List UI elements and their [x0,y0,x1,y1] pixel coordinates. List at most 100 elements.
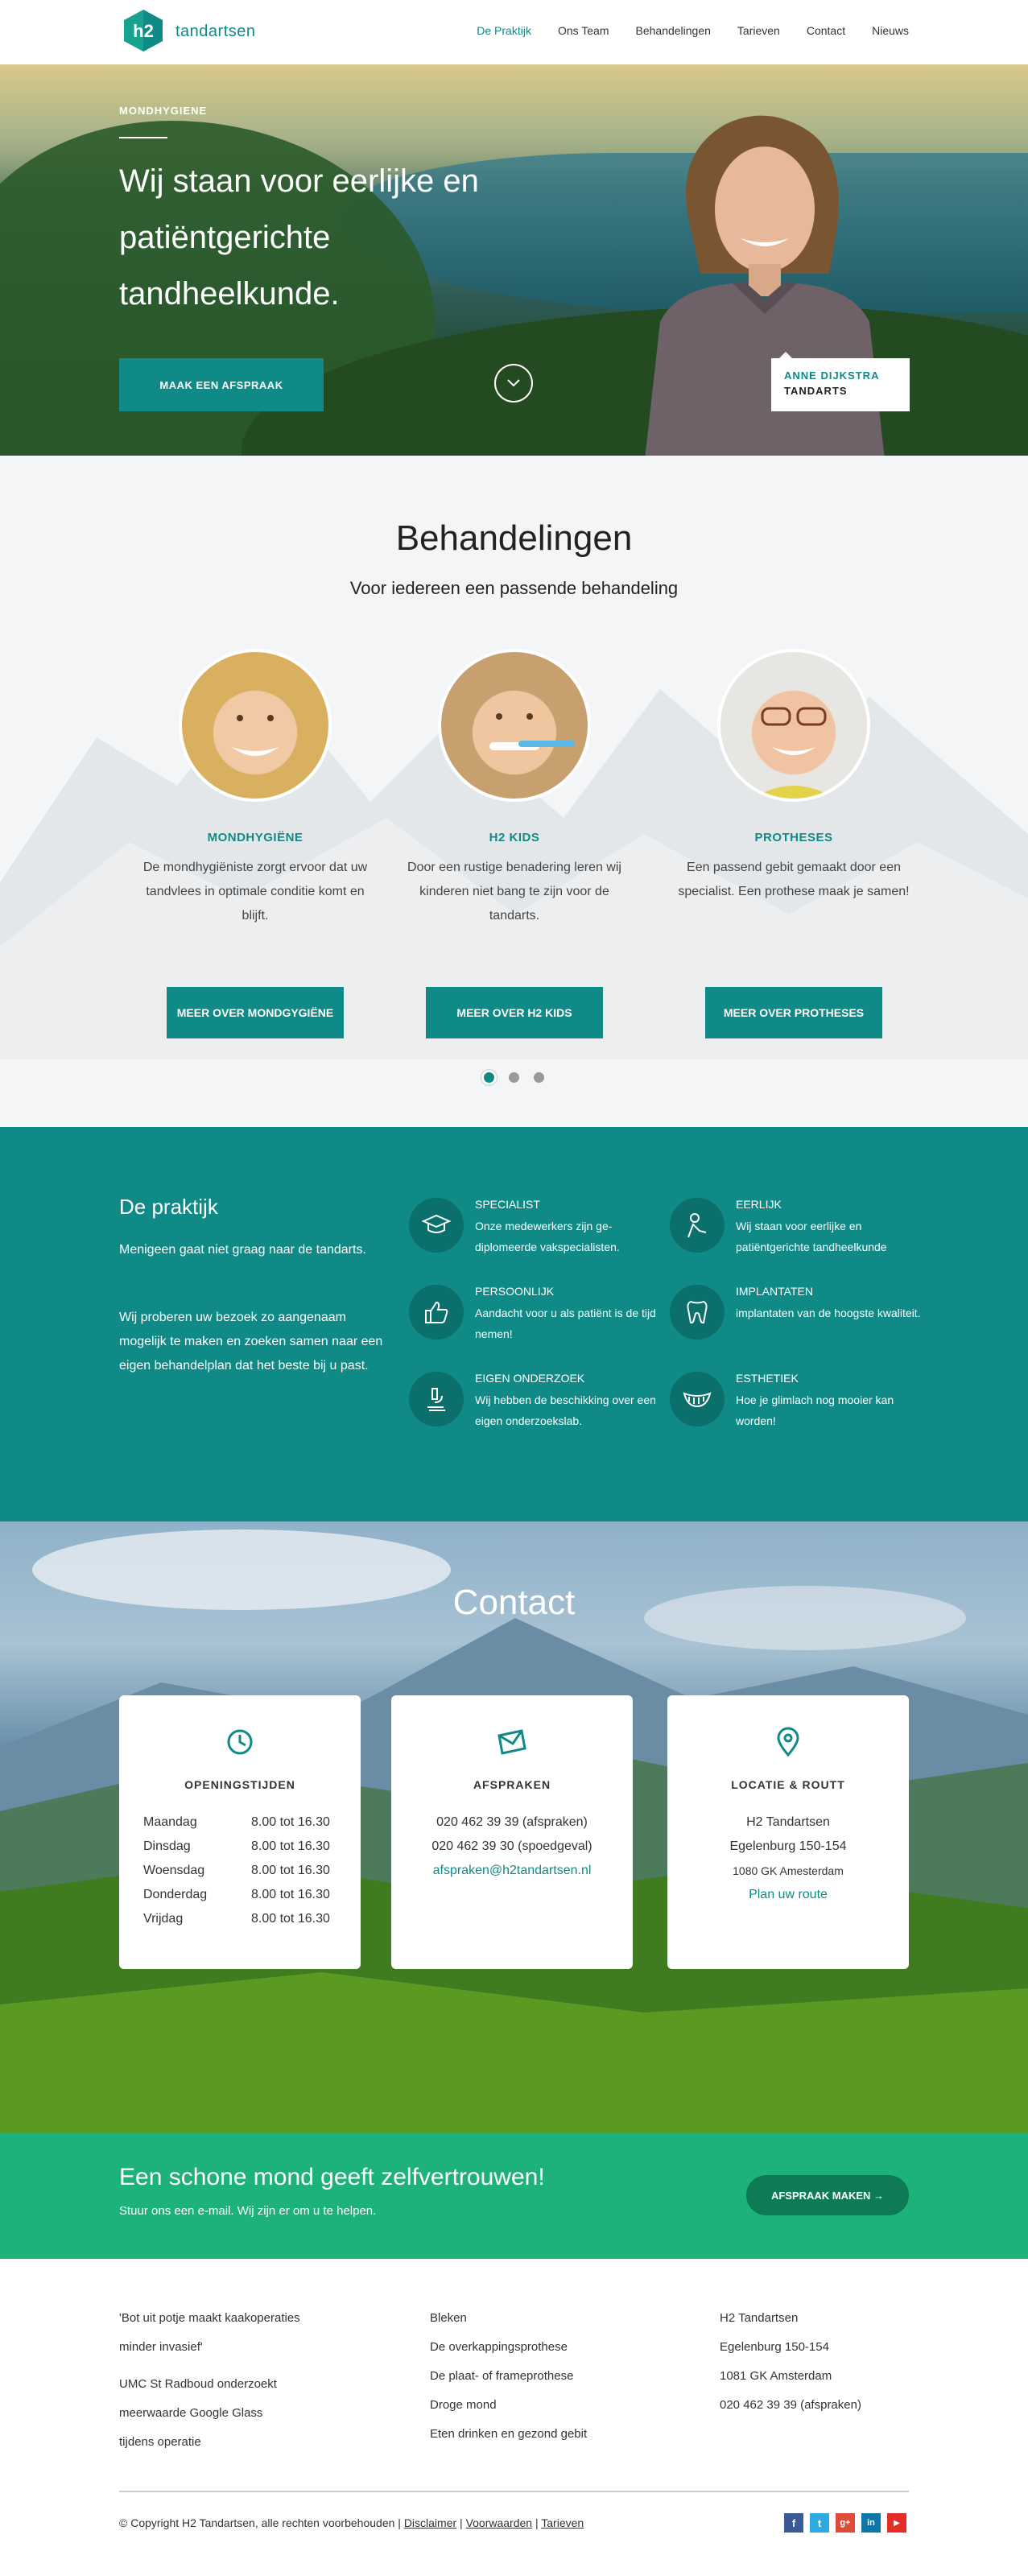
location-city: 1080 GK Amesterdam [733,1864,844,1877]
plan-route-link[interactable]: Plan uw route [667,1883,909,1907]
card-title: AFSPRAKEN [473,1778,551,1791]
copyright-line: © Copyright H2 Tandartsen, alle rechten … [119,2516,584,2529]
social-links: f t g+ in ▶ [784,2513,906,2533]
hero-banner: MONDHYGIENE Wij staan voor eerlijke en p… [0,64,1028,456]
email-link[interactable]: afspraken@h2tandartsen.nl [391,1859,633,1883]
more-h2-kids-button[interactable]: MEER OVER H2 KIDS [426,987,603,1038]
news-link[interactable]: UMC St Radboud onderzoekt [119,2370,300,2399]
card-title: LOCATIE & ROUTT [731,1778,845,1791]
news-link[interactable]: tijdens operatie [119,2428,300,2457]
feature-text: Wij hebben de beschikking over een eigen… [475,1393,656,1427]
kids-photo [438,649,591,802]
treatment-text: Een passend gebit gemaakt door een speci… [678,861,910,898]
disclaimer-link[interactable]: Disclaimer [404,2516,456,2529]
phone-emergency[interactable]: 020 462 39 30 (spoedgeval) [391,1835,633,1859]
smile-icon [670,1372,725,1426]
twitter-icon[interactable]: t [810,2513,829,2533]
protheses-photo [717,649,870,802]
news-link[interactable]: 'Bot uit potje maakt kaakoperaties [119,2304,300,2333]
carousel-dot[interactable] [484,1072,494,1083]
footer-treatment-link[interactable]: Droge mond [430,2391,587,2420]
footer-treatments: Bleken De overkappingsprothese De plaat-… [430,2304,587,2449]
location-card: LOCATIE & ROUTT H2 Tandartsen Egelenburg… [667,1695,909,1969]
feature-specialist: SPECIALIST Onze medewerkers zijn ge-dipl… [409,1198,650,1262]
googleplus-icon[interactable]: g+ [836,2513,855,2533]
cta-subtitle: Stuur ons een e-mail. Wij zijn er om u t… [119,2204,377,2218]
location-details: H2 Tandartsen Egelenburg 150-154 1080 GK… [667,1810,909,1907]
appointment-details: 020 462 39 39 (afspraken) 020 462 39 30 … [391,1810,633,1883]
hours-row: Vrijdag 8.00 tot 16.30 [143,1907,336,1931]
footer-divider [119,2491,909,2492]
footer-treatment-link[interactable]: De overkappingsprothese [430,2333,587,2362]
h2-logo[interactable]: h2 [119,8,167,53]
nav-tarieven[interactable]: Tarieven [737,24,780,37]
nav-behandelingen[interactable]: Behandelingen [636,24,711,37]
carousel-dot[interactable] [534,1072,544,1083]
contact-title: Contact [452,1583,576,1622]
day: Maandag [143,1815,197,1829]
make-appointment-cta-button[interactable]: AFSPRAAK MAKEN → [746,2175,909,2215]
treatment-card: MONDHYGIËNE De mondhygiëniste zorgt ervo… [134,649,376,1038]
scroll-down-icon[interactable] [494,364,533,402]
logo-text[interactable]: tandartsen [175,23,256,41]
more-protheses-button[interactable]: MEER OVER PROTHESES [705,987,882,1038]
tarieven-link[interactable]: Tarieven [541,2516,584,2529]
practice-section: De praktijk Menigeen gaat niet graag naa… [0,1127,1028,1521]
nav-de-praktijk[interactable]: De Praktijk [477,24,531,37]
news-link[interactable]: minder invasief' [119,2333,300,2362]
time: 8.00 tot 16.30 [251,1815,330,1829]
footer-treatment-link[interactable]: Eten drinken en gezond gebit [430,2420,587,2449]
day: Dinsdag [143,1839,191,1853]
cta-title: Een schone mond geeft zelfvertrouwen! [119,2164,545,2190]
nav-ons-team[interactable]: Ons Team [558,24,609,37]
news-link[interactable]: meerwaarde Google Glass [119,2399,300,2428]
make-appointment-button[interactable]: MAAK EEN AFSPRAAK [119,358,324,411]
hours-row: Dinsdag 8.00 tot 16.30 [143,1835,336,1859]
hours-row: Maandag 8.00 tot 16.30 [143,1810,336,1835]
dentist-name-card: ANNE DIJKSTRA TANDARTS [771,352,910,411]
feature-title: ESTHETIEK [736,1372,799,1385]
hero-divider [119,137,167,138]
feature-title: PERSOONLIJK [475,1285,555,1298]
treatments-section: Behandelingen Voor iedereen een passende… [0,456,1028,1127]
card-title: OPENINGSTIJDEN [184,1778,295,1791]
clock-icon [227,1729,253,1755]
footer-treatment-link[interactable]: Bleken [430,2304,587,2333]
treatment-title: MONDHYGIËNE [207,831,303,844]
more-mondhygiene-button[interactable]: MEER OVER MONDGYGIËNE [167,987,344,1038]
feature-text: Onze medewerkers zijn ge-diplomeerde vak… [475,1220,620,1253]
carousel-dots [0,1072,1028,1083]
nav-nieuws[interactable]: Nieuws [872,24,909,37]
practice-title: De praktijk [119,1195,218,1219]
appointments-card: AFSPRAKEN 020 462 39 39 (afspraken) 020 … [391,1695,633,1969]
feature-esthetiek: ESTHETIEK Hoe je glimlach nog mooier kan… [670,1372,911,1436]
feature-text: Aandacht voor u als patiënt is de tijd n… [475,1307,656,1340]
day: Woensdag [143,1864,205,1877]
opening-hours-card: OPENINGSTIJDEN Maandag 8.00 tot 16.30 Din… [119,1695,361,1969]
nav-contact[interactable]: Contact [807,24,845,37]
treatment-text: De mondhygiëniste zorgt ervoor dat uw ta… [142,861,368,923]
youtube-icon[interactable]: ▶ [887,2513,906,2533]
feature-eigen-onderzoek: EIGEN ONDERZOEK Wij hebben de beschikkin… [409,1372,656,1436]
linkedin-icon[interactable]: in [861,2513,881,2533]
treatment-text: Door een rustige benadering leren wij ki… [407,861,621,923]
footer-treatment-link[interactable]: De plaat- of frameprothese [430,2362,587,2391]
voorwaarden-link[interactable]: Voorwaarden [466,2516,533,2529]
footer-address: H2 Tandartsen Egelenburg 150-154 1081 GK… [720,2304,861,2420]
feature-text: Hoe je glimlach nog mooier kan worden! [736,1393,894,1427]
time: 8.00 tot 16.30 [251,1864,330,1877]
treatments-subtitle: Voor iedereen een passende behandeling [349,578,679,598]
footer: 'Bot uit potje maakt kaakoperaties minde… [0,2259,1028,2576]
phone-appointments[interactable]: 020 462 39 39 (afspraken) [391,1810,633,1835]
svg-text:h2: h2 [133,21,154,41]
feature-persoonlijk: PERSOONLIJK Aandacht voor u als patiënt … [409,1285,656,1349]
hours-row: Donderdag 8.00 tot 16.30 [143,1883,336,1907]
address-phone[interactable]: 020 462 39 39 (afspraken) [720,2391,861,2420]
time: 8.00 tot 16.30 [251,1912,330,1926]
hero-title: Wij staan voor eerlijke en patiëntgerich… [119,163,479,312]
feature-eerlijk: EERLIJK Wij staan voor eerlijke en patië… [670,1198,911,1262]
address-line: Egelenburg 150-154 [720,2340,829,2354]
carousel-dot[interactable] [509,1072,519,1083]
facebook-icon[interactable]: f [784,2513,803,2533]
envelope-icon [497,1729,526,1755]
